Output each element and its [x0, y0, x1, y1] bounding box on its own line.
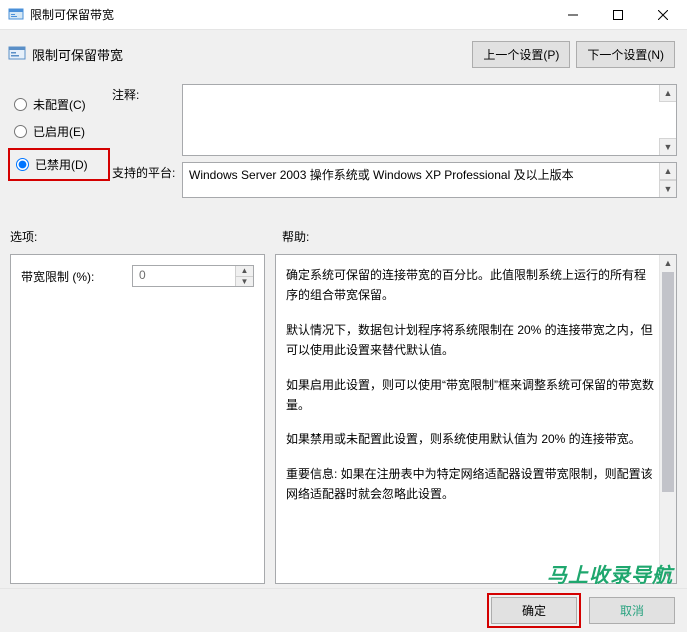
highlight-ok: 确定	[487, 593, 581, 628]
maximize-button[interactable]	[595, 0, 640, 30]
radio-enabled-label: 已启用(E)	[33, 123, 85, 140]
platforms-label: 支持的平台:	[112, 162, 182, 181]
help-paragraph: 重要信息: 如果在注册表中为特定网络适配器设置带宽限制，则配置该网络适配器时就会…	[286, 464, 654, 505]
comment-textarea[interactable]: ▲ ▼	[182, 84, 677, 156]
help-paragraph: 如果禁用或未配置此设置，则系统使用默认值为 20% 的连接带宽。	[286, 429, 654, 449]
help-paragraph: 如果启用此设置，则可以使用“带宽限制”框来调整系统可保留的带宽数量。	[286, 375, 654, 416]
scroll-thumb[interactable]	[662, 272, 674, 492]
platforms-scroll-down[interactable]: ▼	[659, 180, 676, 197]
titlebar: 限制可保留带宽	[0, 0, 687, 30]
footer: 确定 取消	[0, 588, 687, 632]
window-title: 限制可保留带宽	[30, 6, 550, 23]
platforms-scroll-up[interactable]: ▲	[659, 163, 676, 180]
help-section-label: 帮助:	[270, 228, 677, 250]
comment-row: 注释: ▲ ▼	[112, 84, 677, 156]
bandwidth-row: 带宽限制 (%): 0 ▲ ▼	[21, 265, 254, 287]
comment-scroll-down[interactable]: ▼	[659, 138, 676, 155]
minimize-button[interactable]	[550, 0, 595, 30]
help-paragraph: 默认情况下，数据包计划程序将系统限制在 20% 的连接带宽之内，但可以使用此设置…	[286, 320, 654, 361]
lower-section: 带宽限制 (%): 0 ▲ ▼ 确定系统可保留的连接带宽的百分比。此值限制系统上…	[10, 254, 677, 584]
help-paragraph: 确定系统可保留的连接带宽的百分比。此值限制系统上运行的所有程序的组合带宽保留。	[286, 265, 654, 306]
radio-disabled-input[interactable]	[16, 158, 29, 171]
radio-enabled-input[interactable]	[14, 125, 27, 138]
header-row: 限制可保留带宽 上一个设置(P) 下一个设置(N)	[0, 30, 687, 78]
page-title: 限制可保留带宽	[32, 45, 466, 64]
content-area: 未配置(C) 已启用(E) 已禁用(D) 注释: ▲ ▼	[0, 78, 687, 588]
radio-disabled-label: 已禁用(D)	[35, 156, 88, 173]
platforms-box: Windows Server 2003 操作系统或 Windows XP Pro…	[182, 162, 677, 198]
prev-setting-button[interactable]: 上一个设置(P)	[472, 41, 570, 68]
cancel-button[interactable]: 取消	[589, 597, 675, 624]
meta-column: 注释: ▲ ▼ 支持的平台: Windows Server 2003 操作系统或…	[112, 84, 677, 208]
platforms-row: 支持的平台: Windows Server 2003 操作系统或 Windows…	[112, 162, 677, 198]
next-setting-button[interactable]: 下一个设置(N)	[576, 41, 675, 68]
bandwidth-value[interactable]: 0	[133, 266, 235, 286]
radio-disabled[interactable]: 已禁用(D)	[12, 154, 102, 175]
scroll-down-icon[interactable]: ▼	[660, 566, 676, 583]
upper-section: 未配置(C) 已启用(E) 已禁用(D) 注释: ▲ ▼	[10, 78, 677, 208]
ok-button[interactable]: 确定	[491, 597, 577, 624]
help-pane: 确定系统可保留的连接带宽的百分比。此值限制系统上运行的所有程序的组合带宽保留。 …	[275, 254, 677, 584]
radio-not-configured[interactable]: 未配置(C)	[10, 94, 110, 115]
policy-icon	[8, 45, 26, 63]
comment-label: 注释:	[112, 84, 182, 103]
app-icon	[8, 7, 24, 23]
radio-not-configured-input[interactable]	[14, 98, 27, 111]
section-labels-row: 选项: 帮助:	[10, 228, 677, 250]
bandwidth-spinner[interactable]: 0 ▲ ▼	[132, 265, 254, 287]
spinner-up-icon[interactable]: ▲	[236, 266, 253, 277]
radio-not-configured-label: 未配置(C)	[33, 96, 86, 113]
state-radio-group: 未配置(C) 已启用(E) 已禁用(D)	[10, 88, 110, 181]
spinner-down-icon[interactable]: ▼	[236, 277, 253, 287]
spinner-buttons: ▲ ▼	[235, 266, 253, 286]
options-pane: 带宽限制 (%): 0 ▲ ▼	[10, 254, 265, 584]
platforms-value: Windows Server 2003 操作系统或 Windows XP Pro…	[189, 168, 574, 182]
help-scrollbar[interactable]: ▲ ▼	[659, 255, 676, 583]
bandwidth-label: 带宽限制 (%):	[21, 268, 132, 285]
close-button[interactable]	[640, 0, 685, 30]
options-section-label: 选项:	[10, 228, 270, 250]
comment-scroll-up[interactable]: ▲	[659, 85, 676, 102]
scroll-up-icon[interactable]: ▲	[660, 255, 676, 272]
highlight-disabled: 已禁用(D)	[8, 148, 110, 181]
radio-enabled[interactable]: 已启用(E)	[10, 121, 110, 142]
